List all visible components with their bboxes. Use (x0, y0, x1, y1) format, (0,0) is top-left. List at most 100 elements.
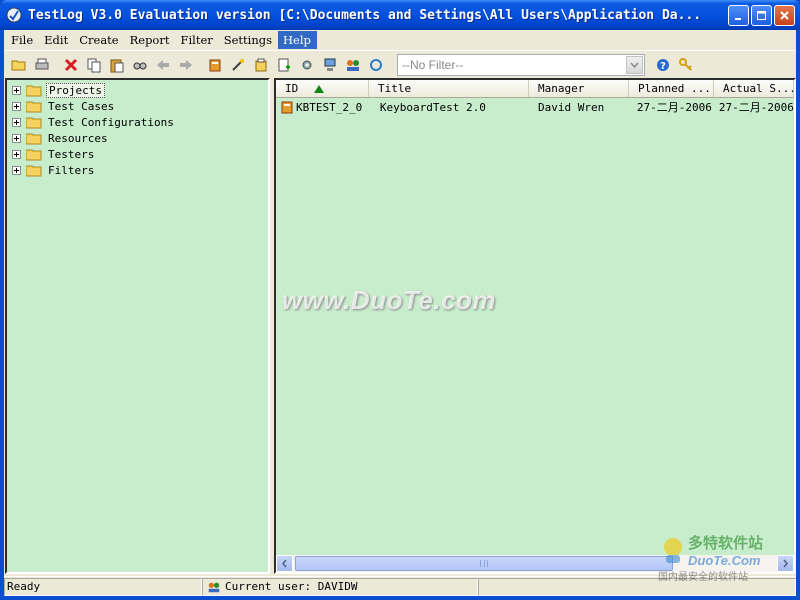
window-title: TestLog V3.0 Evaluation version [C:\Docu… (28, 7, 702, 23)
column-header-manager[interactable]: Manager (529, 80, 629, 97)
refresh-button[interactable] (364, 54, 387, 76)
chevron-down-icon (630, 62, 639, 68)
scroll-left-button[interactable] (276, 555, 293, 572)
app-window: TestLog V3.0 Evaluation version [C:\Docu… (0, 0, 800, 600)
column-header-title[interactable]: Title (369, 80, 529, 97)
menu-bar: File Edit Create Report Filter Settings … (4, 30, 796, 50)
project-icon (209, 59, 220, 71)
tree-item-label: Filters (48, 163, 95, 177)
folder-icon (26, 117, 42, 128)
expand-icon[interactable] (12, 165, 21, 175)
cell-planned: 27-二月-2006 (636, 101, 712, 114)
logo-line-2: DuoTe.Com (688, 553, 761, 568)
client-area: File Edit Create Report Filter Settings … (4, 30, 796, 596)
folder-icon (26, 149, 42, 160)
test-case-button[interactable] (249, 54, 272, 76)
menu-file[interactable]: File (6, 31, 39, 49)
logo-line-3: 国内最安全的软件站 (658, 572, 748, 583)
list-pane[interactable]: ID Title Manager Planned ... Actual S... (274, 78, 796, 574)
close-button[interactable] (774, 5, 795, 26)
menu-report[interactable]: Report (125, 31, 176, 49)
tree-item-test-cases[interactable]: Test Cases (7, 98, 268, 114)
expand-icon[interactable] (12, 133, 21, 143)
tree-pane[interactable]: Projects Test Cases Test Configurations … (5, 78, 270, 574)
column-header-id[interactable]: ID (276, 80, 369, 97)
paste-icon (110, 59, 123, 72)
menu-help[interactable]: Help (278, 31, 317, 49)
current-user-text: Current user: DAVIDW (225, 580, 358, 593)
testers-button[interactable] (341, 54, 364, 76)
column-header-label: Title (378, 82, 412, 95)
column-header-label: Actual S... (723, 82, 794, 95)
scroll-thumb[interactable] (295, 556, 673, 571)
network-icon (324, 58, 335, 71)
svg-text:?: ? (660, 61, 666, 72)
resources-button[interactable] (318, 54, 341, 76)
print-icon (35, 58, 48, 69)
cell-actual: 27-二月-2006 (718, 101, 794, 114)
project-button[interactable] (203, 54, 226, 76)
minimize-button[interactable] (728, 5, 749, 26)
logo-line-1: 多特软件站 (688, 534, 764, 552)
menu-create[interactable]: Create (74, 31, 124, 49)
menu-filter[interactable]: Filter (175, 31, 218, 49)
copy-button[interactable] (82, 54, 105, 76)
menu-edit[interactable]: Edit (39, 31, 74, 49)
users-icon (346, 59, 359, 71)
cell-manager: David Wren (538, 100, 605, 114)
forward-arrow-icon (179, 59, 192, 70)
row-id: KBTEST_2_0 (296, 100, 363, 114)
tree-item-testers[interactable]: Testers (7, 146, 268, 162)
tree-item-filters[interactable]: Filters (7, 162, 268, 178)
expand-icon[interactable] (12, 85, 21, 95)
tree-item-projects[interactable]: Projects (7, 82, 268, 98)
menu-settings[interactable]: Settings (219, 31, 278, 49)
list-header: ID Title Manager Planned ... Actual S... (276, 80, 794, 98)
app-logo-icon (6, 7, 22, 23)
forward-button[interactable] (174, 54, 197, 76)
help-button[interactable]: ? (651, 54, 674, 76)
title-bar[interactable]: TestLog V3.0 Evaluation version [C:\Docu… (0, 0, 800, 30)
find-button[interactable] (128, 54, 151, 76)
cell-title: KeyboardTest 2.0 (379, 100, 486, 114)
expand-icon[interactable] (12, 101, 21, 111)
delete-icon (64, 58, 77, 71)
print-button[interactable] (30, 54, 53, 76)
folder-icon (26, 101, 42, 112)
new-icon (278, 58, 290, 71)
sort-ascending-icon (314, 84, 325, 93)
open-button[interactable] (7, 54, 30, 76)
status-user: Current user: DAVIDW (202, 577, 478, 596)
table-row[interactable]: KBTEST_2_0 KeyboardTest 2.0 David Wren 2… (276, 98, 794, 116)
tree-item-label: Test Cases (48, 99, 115, 113)
folder-icon (26, 165, 42, 176)
tree-item-resources[interactable]: Resources (7, 130, 268, 146)
back-button[interactable] (151, 54, 174, 76)
maximize-button[interactable] (751, 5, 772, 26)
watermark-text: www.DuoTe.com (282, 285, 497, 315)
mascot-icon (664, 538, 682, 563)
copy-icon (87, 58, 100, 72)
minimize-icon (735, 18, 741, 20)
column-header-actual[interactable]: Actual S... (714, 80, 794, 97)
refresh-icon (369, 58, 382, 71)
tree-item-test-configurations[interactable]: Test Configurations (7, 114, 268, 130)
close-icon (780, 11, 789, 20)
delete-button[interactable] (59, 54, 82, 76)
expand-icon[interactable] (12, 149, 21, 159)
dropdown-arrow-button[interactable] (626, 55, 643, 74)
tree-item-label: Testers (48, 147, 95, 161)
column-header-planned[interactable]: Planned ... (629, 80, 714, 97)
key-icon (678, 57, 692, 71)
login-button[interactable] (674, 54, 697, 76)
expand-icon[interactable] (12, 117, 21, 127)
configure-button[interactable] (295, 54, 318, 76)
column-header-label: Planned ... (638, 82, 711, 95)
filter-dropdown[interactable]: --No Filter-- (397, 53, 645, 76)
maximize-icon (757, 11, 766, 20)
tree-item-label: Test Configurations (48, 115, 174, 129)
wizard-button[interactable] (226, 54, 249, 76)
paste-button[interactable] (105, 54, 128, 76)
new-button[interactable] (272, 54, 295, 76)
status-text: Ready (7, 580, 41, 593)
